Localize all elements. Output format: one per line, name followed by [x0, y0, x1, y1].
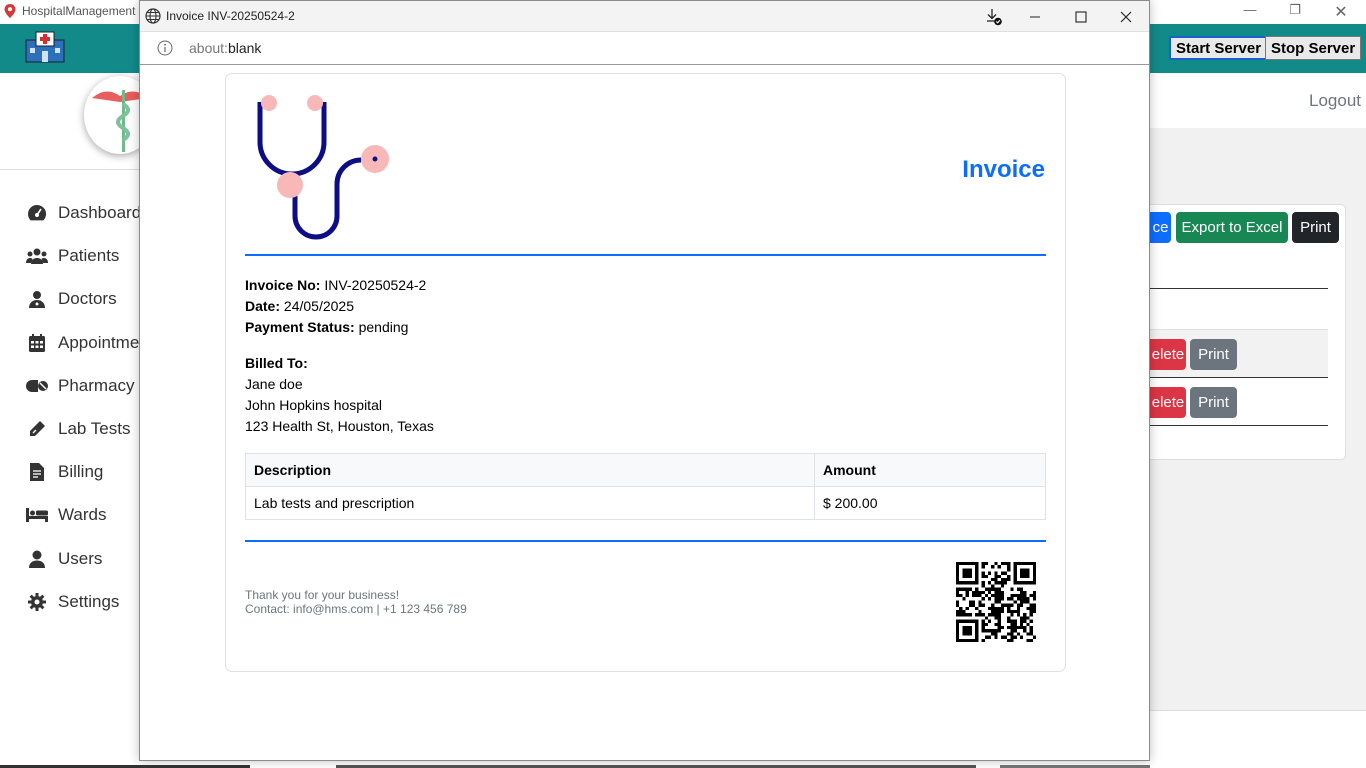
table-header-row: [1150, 288, 1328, 330]
sidebar-item-appointments[interactable]: Appointmen: [26, 328, 149, 358]
invoice-heading: Invoice: [962, 156, 1045, 183]
info-icon[interactable]: [157, 40, 173, 61]
invoice-number-label: Invoice No:: [245, 277, 321, 293]
create-invoice-button[interactable]: ce: [1150, 212, 1171, 243]
sidebar-item-doctors[interactable]: Doctors: [26, 284, 117, 314]
sidebar-item-label: Settings: [58, 592, 120, 611]
stethoscope-logo-icon: [246, 90, 396, 253]
app-minimize-button[interactable]: —: [1230, 2, 1270, 22]
invoice-date-value: 24/05/2025: [283, 298, 354, 314]
gauge-icon: [26, 203, 48, 223]
billed-to-name: Jane doe: [245, 376, 303, 392]
globe-icon: [145, 8, 161, 29]
billed-to-address: 123 Health St, Houston, Texas: [245, 418, 434, 434]
qr-code-icon: [956, 562, 1036, 647]
app-close-button[interactable]: ✕: [1321, 2, 1361, 22]
invoice-number: Invoice No: INV-20250524-2: [245, 277, 426, 293]
sidebar-item-label: Wards: [58, 505, 107, 524]
calendar-icon: [26, 333, 48, 353]
sidebar-item-label: Lab Tests: [58, 419, 131, 438]
sidebar-item-label: Pharmacy: [58, 376, 135, 395]
export-excel-button[interactable]: Export to Excel: [1176, 212, 1288, 243]
url-scheme: about:: [189, 40, 228, 56]
app-title: HospitalManagement: [22, 4, 136, 18]
users-icon: [26, 246, 48, 266]
delete-button[interactable]: elete: [1150, 387, 1186, 418]
header-divider: [245, 254, 1046, 256]
sidebar-item-label: Appointmen: [58, 333, 149, 352]
user-icon: [26, 549, 48, 569]
url-text[interactable]: about:blank: [189, 40, 261, 56]
gear-icon: [26, 592, 48, 612]
minimize-icon[interactable]: [1023, 6, 1047, 28]
sidebar-item-patients[interactable]: Patients: [26, 241, 119, 271]
url-path: blank: [227, 40, 262, 56]
sidebar-item-billing[interactable]: Billing: [26, 457, 103, 487]
sidebar-item-pharmacy[interactable]: Pharmacy: [26, 371, 135, 401]
invoice-card: Invoice Invoice No: INV-20250524-2 Date:…: [225, 73, 1066, 672]
popup-window-title: Invoice INV-20250524-2: [166, 9, 295, 23]
popup-titlebar: Invoice INV-20250524-2: [140, 1, 1149, 32]
app-restore-button[interactable]: ❐: [1275, 2, 1315, 22]
sidebar-item-label: Billing: [58, 462, 104, 481]
footer-contact: Contact: info@hms.com | +1 123 456 789: [245, 602, 467, 616]
footer-divider: [245, 540, 1046, 542]
print-row-button[interactable]: Print: [1190, 339, 1237, 370]
bed-icon: [26, 505, 48, 525]
description-column-header: Description: [245, 453, 815, 487]
sidebar-item-wards[interactable]: Wards: [26, 500, 107, 530]
payment-status-label: Payment Status:: [245, 319, 355, 335]
payment-status: Payment Status: pending: [245, 319, 408, 335]
sidebar-item-lab-tests[interactable]: Lab Tests: [26, 414, 130, 444]
syringe-icon: [26, 419, 48, 439]
close-icon[interactable]: [1114, 6, 1138, 28]
logout-link[interactable]: Logout: [1309, 91, 1361, 111]
item-amount: $ 200.00: [814, 486, 1046, 520]
sidebar-item-settings[interactable]: Settings: [26, 587, 119, 617]
invoice-date-label: Date:: [245, 298, 281, 314]
amount-column-header: Amount: [814, 453, 1046, 487]
maximize-icon[interactable]: [1069, 6, 1093, 28]
stop-server-button[interactable]: Stop Server: [1265, 36, 1362, 60]
billed-to-label: Billed To:: [245, 355, 308, 371]
table-row: Lab tests and prescription $ 200.00: [245, 486, 1046, 520]
invoice-items-table: Description Amount Lab tests and prescri…: [245, 453, 1046, 520]
pills-icon: [26, 376, 48, 396]
invoice-number-value: INV-20250524-2: [324, 277, 427, 293]
sidebar-item-label: Doctors: [58, 289, 117, 308]
address-bar[interactable]: about:blank: [140, 32, 1149, 65]
taskbar-strip: [0, 764, 1366, 768]
start-server-button[interactable]: Start Server: [1169, 36, 1269, 60]
delete-button[interactable]: elete: [1150, 339, 1186, 370]
footer-thanks: Thank you for your business!: [245, 588, 400, 602]
invoice-date: Date: 24/05/2025: [245, 298, 354, 314]
sidebar-item-label: Dashboard: [58, 203, 142, 222]
sidebar-item-label: Users: [58, 549, 103, 568]
payment-status-value: pending: [358, 319, 409, 335]
print-all-button[interactable]: Print: [1292, 212, 1339, 243]
print-row-button[interactable]: Print: [1190, 387, 1237, 418]
invoice-popup-window: Invoice INV-20250524-2 about:blank Invoi…: [139, 0, 1150, 761]
downloads-icon[interactable]: [982, 6, 1006, 28]
billed-to-organization: John Hopkins hospital: [245, 397, 382, 413]
receipt-icon: [26, 462, 48, 482]
sidebar-item-dashboard[interactable]: Dashboard: [26, 198, 141, 228]
table-header-row: Description Amount: [245, 453, 1046, 487]
sidebar-item-label: Patients: [58, 246, 120, 265]
hospital-logo-icon: [24, 31, 66, 68]
app-location-pin-icon: [4, 4, 16, 23]
sidebar-item-users[interactable]: Users: [26, 544, 102, 574]
item-description: Lab tests and prescription: [245, 486, 815, 520]
user-doctor-icon: [26, 289, 48, 309]
